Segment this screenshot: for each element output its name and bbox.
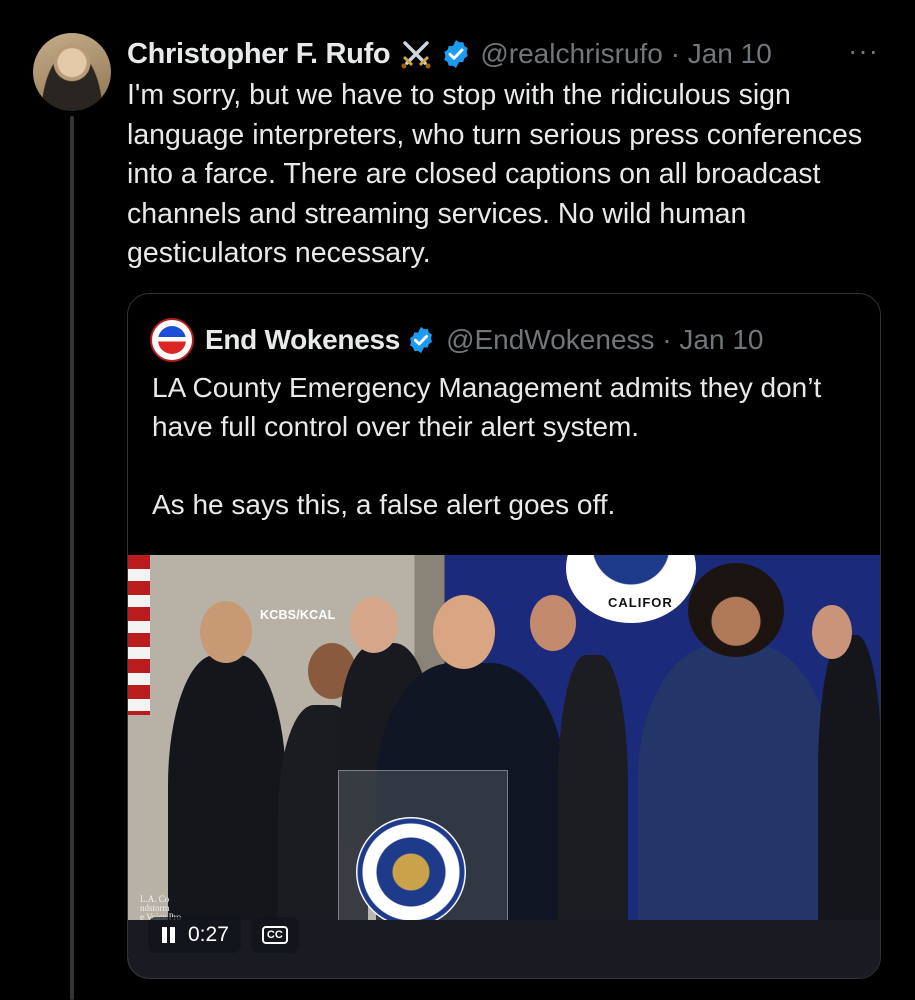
broadcast-watermark: KCBS/KCAL: [260, 608, 336, 622]
thread-connector-line: [70, 116, 74, 1000]
author-handle-date[interactable]: @realchrisrufo · Jan 10: [480, 38, 771, 70]
quoted-paragraph: As he says this, a false alert goes off.: [152, 489, 616, 520]
quoted-author-handle-date[interactable]: @EndWokeness · Jan 10: [446, 324, 763, 356]
interpreter-head: [688, 563, 784, 657]
playback-pill[interactable]: 0:27: [148, 917, 241, 953]
quoted-paragraph: LA County Emergency Management admits th…: [152, 372, 822, 442]
attendee-head: [530, 595, 576, 651]
quoted-tweet[interactable]: End Wokeness @EndWokeness · Jan 10 LA Co…: [127, 293, 881, 979]
quoted-tweet-header: End Wokeness @EndWokeness · Jan 10: [150, 318, 763, 362]
author-name[interactable]: Christopher F. Rufo: [127, 38, 391, 71]
officer-head: [350, 597, 398, 653]
us-flag: [128, 555, 150, 715]
seal-text: CALIFOR: [608, 595, 673, 610]
california-seal-background: [566, 555, 696, 623]
video-controls: 0:27 CC: [148, 917, 299, 953]
video-player[interactable]: CALIFOR KCBS/KCAL L.A. Co ndstorm e Voic…: [128, 555, 880, 978]
verified-badge-icon: [444, 40, 469, 68]
tweet-text: I'm sorry, but we have to stop with the …: [127, 79, 863, 269]
speaker-head: [433, 595, 495, 669]
more-options-icon[interactable]: ···: [848, 36, 879, 66]
verified-badge-icon: [410, 326, 433, 354]
tweet-header: Christopher F. Rufo @realchrisrufo · Jan…: [127, 34, 885, 74]
attendee-head: [812, 605, 852, 659]
quoted-author-name[interactable]: End Wokeness: [205, 324, 400, 356]
crossed-swords-icon: [401, 41, 431, 69]
author-avatar[interactable]: [33, 33, 111, 111]
officer-head: [200, 601, 252, 663]
video-time: 0:27: [188, 923, 229, 946]
quoted-author-avatar[interactable]: [150, 318, 194, 362]
pause-icon[interactable]: [160, 926, 178, 944]
los-angeles-county-seal: [356, 817, 466, 927]
cc-icon: CC: [261, 926, 288, 944]
quoted-tweet-text: LA County Emergency Management admits th…: [152, 368, 852, 524]
closed-captions-button[interactable]: CC: [250, 917, 299, 953]
